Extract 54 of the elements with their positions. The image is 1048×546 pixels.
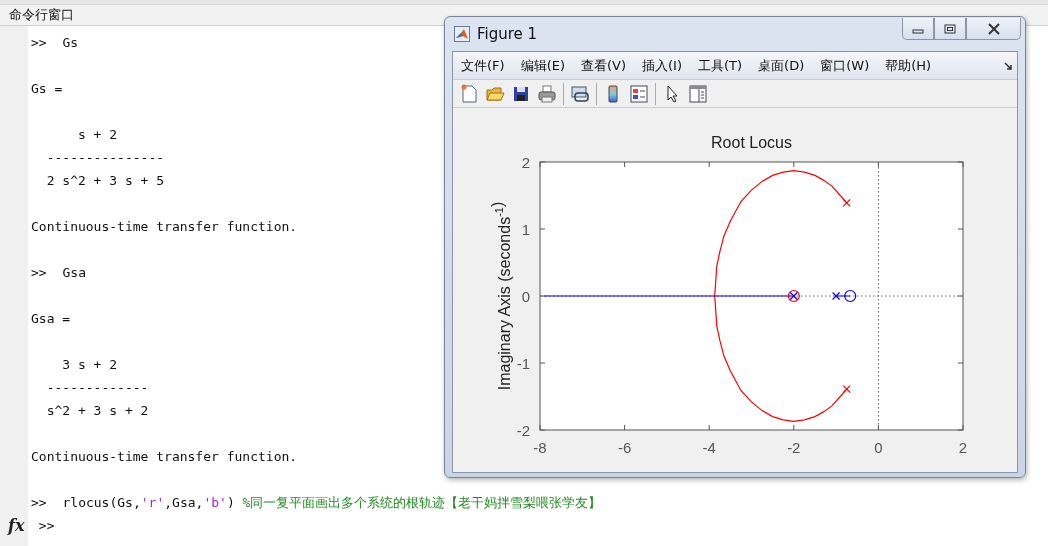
output-text: Continuous-time transfer function. xyxy=(31,449,298,464)
y-tick-label: 1 xyxy=(521,221,530,238)
dock-arrow-icon[interactable] xyxy=(1003,60,1013,71)
linked-plot-icon[interactable] xyxy=(570,83,590,104)
command-text: rlocus(Gs,'r',Gsa,'b') %同一复平面画出多个系统的根轨迹【老干妈拌雪梨喂张学友】 xyxy=(62,495,602,510)
close-icon xyxy=(986,22,1001,35)
restore-button[interactable] xyxy=(934,18,966,40)
x-tick-label: 2 xyxy=(958,439,968,456)
x-tick-label: -8 xyxy=(533,439,547,456)
cross-marker xyxy=(842,385,851,394)
output-text: s^2 + 3 s + 2 xyxy=(45,403,149,418)
x-tick-label: 0 xyxy=(874,439,883,456)
output-text: ------------- xyxy=(45,380,149,395)
chart-title: Root Locus xyxy=(711,134,792,151)
command-text: Gsa xyxy=(62,265,86,280)
function-button[interactable]: fx xyxy=(8,514,25,537)
output-text: Gs = xyxy=(31,81,63,96)
command-text: Gs xyxy=(62,35,79,50)
circle-marker xyxy=(844,289,857,303)
cross-marker xyxy=(842,198,851,207)
restore-icon xyxy=(944,23,956,34)
output-text: 2 s^2 + 3 s + 5 xyxy=(45,173,165,188)
prompt: >> xyxy=(31,495,47,510)
prompt: >> xyxy=(31,35,47,50)
menu-item[interactable]: 窗口(W) xyxy=(820,56,870,75)
menu-item[interactable]: 插入(I) xyxy=(642,56,682,75)
output-text: 3 s + 2 xyxy=(61,357,118,372)
y-tick-label: -2 xyxy=(516,422,530,439)
window-title: Figure 1 xyxy=(477,25,538,43)
new-file-icon[interactable] xyxy=(459,83,479,104)
output-text: s + 2 xyxy=(76,127,118,142)
legend-icon[interactable] xyxy=(629,83,649,104)
menu-item[interactable]: 桌面(D) xyxy=(758,56,805,75)
prompt: >> xyxy=(31,265,47,280)
menu-item[interactable]: 编辑(E) xyxy=(520,56,565,75)
y-tick-label: 0 xyxy=(521,288,530,305)
menu-item[interactable]: 帮助(H) xyxy=(885,56,932,75)
y-tick-label: 2 xyxy=(521,154,530,171)
x-tick-label: -2 xyxy=(787,439,801,456)
x-tick-label: -6 xyxy=(617,439,632,456)
output-text: Continuous-time transfer function. xyxy=(31,219,298,234)
close-button[interactable] xyxy=(966,18,1021,40)
output-text: Gsa = xyxy=(31,311,71,326)
menu-item[interactable]: 工具(T) xyxy=(698,56,743,75)
menu-item[interactable]: 文件(F) xyxy=(461,56,505,75)
menu-item[interactable]: 查看(V) xyxy=(581,56,627,75)
printer-icon[interactable] xyxy=(537,83,557,104)
cross-marker xyxy=(832,291,841,301)
app-icon xyxy=(454,26,470,42)
property-panel-icon[interactable] xyxy=(688,83,708,104)
y-tick-label: -1 xyxy=(516,355,530,372)
output-text: --------------- xyxy=(45,150,165,165)
x-tick-label: -4 xyxy=(702,439,716,456)
prompt[interactable]: >> xyxy=(38,518,55,533)
